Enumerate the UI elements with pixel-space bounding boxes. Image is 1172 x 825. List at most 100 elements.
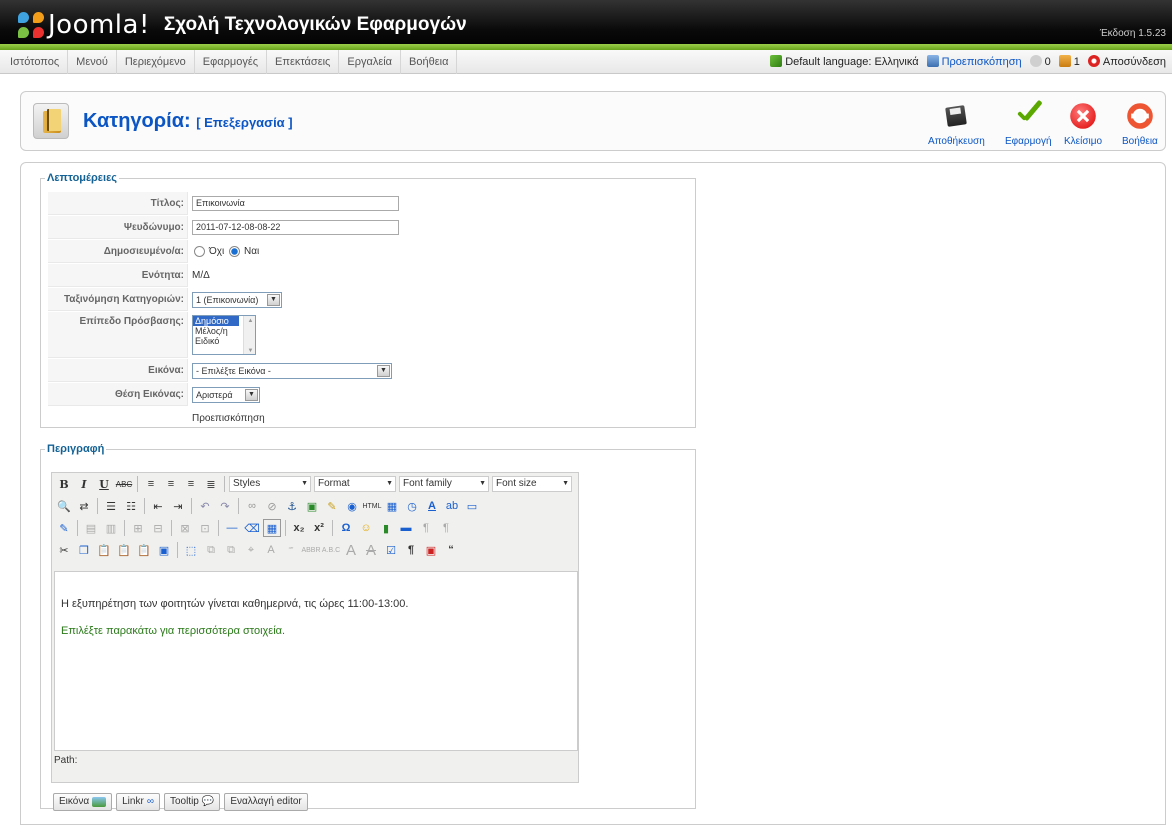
access-listbox[interactable]: Δημόσιο Μέλος/η Ειδικό ▲ ▼ (192, 315, 256, 355)
ltr-icon[interactable]: ¶ (417, 519, 435, 537)
subscript-icon[interactable]: x₂ (290, 519, 308, 537)
special-char-icon[interactable]: Ω (337, 519, 355, 537)
font-size-dropdown[interactable]: Font size ▼ (492, 476, 572, 492)
page-break-icon[interactable]: ▬ (397, 519, 415, 537)
help-icon[interactable]: ◉ (343, 497, 361, 515)
cleanup-icon[interactable]: ✎ (323, 497, 341, 515)
insert-image-button[interactable]: Εικόνα (53, 793, 113, 811)
preview-link[interactable]: Προεπισκόπηση (926, 55, 1022, 68)
merge-cell-icon[interactable]: ⊡ (196, 519, 214, 537)
style-props-icon[interactable]: A (262, 541, 280, 559)
align-center-icon[interactable]: ≡ (162, 475, 180, 493)
row-props-icon[interactable]: ▥ (102, 519, 120, 537)
strikethrough-icon[interactable]: ABC (115, 475, 133, 493)
replace-icon[interactable]: ⇄ (75, 497, 93, 515)
insert-row-icon[interactable]: ⊞ (129, 519, 147, 537)
paste-icon[interactable]: 📋 (95, 541, 113, 559)
paste-text-icon[interactable]: 📋 (115, 541, 133, 559)
styles-dropdown[interactable]: Styles ▼ (229, 476, 311, 492)
fullscreen-icon[interactable]: ▭ (463, 497, 481, 515)
insert-layer-icon[interactable]: ⬚ (182, 541, 200, 559)
title-input[interactable]: Επικοινωνία (192, 196, 399, 211)
save-button[interactable]: Αποθήκευση (928, 100, 985, 147)
move-backward-icon[interactable]: ⧉ (222, 541, 240, 559)
time-icon[interactable]: ◷ (403, 497, 421, 515)
underline-icon[interactable]: U (95, 475, 113, 493)
html-icon[interactable]: HTML (362, 497, 381, 515)
editor-content-area[interactable]: Η εξυπηρέτηση των φοιτητών γίνεται καθημ… (54, 571, 578, 751)
unlink-icon[interactable]: ⊘ (263, 497, 281, 515)
menu-item-site[interactable]: Ιστότοπος (2, 49, 69, 74)
move-forward-icon[interactable]: ⧉ (202, 541, 220, 559)
order-select[interactable]: 1 (Επικοινωνία) ▼ (192, 291, 282, 308)
logout-link[interactable]: Αποσύνδεση (1087, 55, 1166, 68)
listbox-scrollbar[interactable]: ▲ ▼ (243, 316, 255, 354)
highlight-color-icon[interactable]: ab (443, 497, 461, 515)
users-status[interactable]: 1 (1058, 55, 1080, 68)
apply-button[interactable]: Εφαρμογή (1005, 100, 1052, 147)
image-select[interactable]: - Επιλέξτε Εικόνα - ▼ (192, 362, 392, 379)
rtl-icon[interactable]: ¶ (437, 519, 455, 537)
image-position-select[interactable]: Αριστερά ▼ (192, 386, 260, 403)
published-yes-radio[interactable] (229, 245, 240, 257)
numbered-list-icon[interactable]: ☷ (122, 497, 140, 515)
bullet-list-icon[interactable]: ☰ (102, 497, 120, 515)
outdent-icon[interactable]: ⇤ (149, 497, 167, 515)
blockquote-icon[interactable]: “ (442, 541, 460, 559)
find-icon[interactable]: 🔍 (55, 497, 73, 515)
toggle-editor-button[interactable]: Εναλλαγή editor (224, 793, 308, 811)
superscript-icon[interactable]: x² (310, 519, 328, 537)
visual-aid-icon[interactable]: ▦ (263, 519, 281, 537)
delete-row-icon[interactable]: ⊟ (149, 519, 167, 537)
format-dropdown[interactable]: Format ▼ (314, 476, 396, 492)
absolute-icon[interactable]: ⌖ (242, 541, 260, 559)
copy-icon[interactable]: ❐ (75, 541, 93, 559)
align-justify-icon[interactable]: ≣ (202, 475, 220, 493)
messages-status[interactable]: 0 (1029, 55, 1051, 68)
split-cell-icon[interactable]: ⊠ (176, 519, 194, 537)
menu-item-components[interactable]: Εφαρμογές (195, 49, 268, 74)
cut-icon[interactable]: ✂ (55, 541, 73, 559)
tooltip-button[interactable]: Tooltip 💬 (163, 793, 221, 811)
table-icon[interactable]: ▤ (82, 519, 100, 537)
text-color-icon[interactable]: A (423, 497, 441, 515)
menu-item-help[interactable]: Βοήθεια (401, 49, 458, 74)
menu-item-extensions[interactable]: Επεκτάσεις (267, 49, 340, 74)
font-family-dropdown[interactable]: Font family ▼ (399, 476, 489, 492)
alias-input[interactable]: 2011-07-12-08-08-22 (192, 220, 399, 235)
date-icon[interactable]: ▦ (383, 497, 401, 515)
align-left-icon[interactable]: ≡ (142, 475, 160, 493)
align-right-icon[interactable]: ≡ (182, 475, 200, 493)
remove-format-icon[interactable]: ⌫ (243, 519, 261, 537)
redo-icon[interactable]: ↷ (216, 497, 234, 515)
bold-icon[interactable]: B (55, 475, 73, 493)
hr-icon[interactable]: — (223, 519, 241, 537)
visual-chars-icon[interactable]: ¶ (402, 541, 420, 559)
published-no-radio[interactable] (194, 245, 205, 257)
acronym-icon[interactable]: A.B.C (322, 541, 340, 559)
insert-layer-icon[interactable]: ✎ (55, 519, 73, 537)
emoticon-icon[interactable]: ☺ (357, 519, 375, 537)
link-icon[interactable]: ∞ (243, 497, 261, 515)
access-option[interactable]: Δημόσιο (193, 316, 239, 326)
del-icon[interactable]: A (342, 541, 360, 559)
cite-icon[interactable]: “” (282, 541, 300, 559)
indent-icon[interactable]: ⇥ (169, 497, 187, 515)
anchor-icon[interactable]: ⚓ (283, 497, 301, 515)
abbr-icon[interactable]: ABBR (301, 541, 320, 559)
italic-icon[interactable]: I (75, 475, 93, 493)
menu-item-tools[interactable]: Εργαλεία (339, 49, 402, 74)
select-all-icon[interactable]: ▣ (155, 541, 173, 559)
attributes-icon[interactable]: ☑ (382, 541, 400, 559)
ins-icon[interactable]: A (362, 541, 380, 559)
undo-icon[interactable]: ↶ (196, 497, 214, 515)
paste-word-icon[interactable]: 📋 (135, 541, 153, 559)
menu-item-menus[interactable]: Μενού (68, 49, 117, 74)
help-button[interactable]: Βοήθεια (1122, 100, 1158, 147)
menu-item-content[interactable]: Περιεχόμενο (117, 49, 195, 74)
template-icon[interactable]: ▣ (422, 541, 440, 559)
image-icon[interactable]: ▣ (303, 497, 321, 515)
media-icon[interactable]: ▮ (377, 519, 395, 537)
linkr-button[interactable]: Linkr ∞ (116, 793, 160, 811)
close-button[interactable]: Κλείσιμο (1064, 100, 1102, 147)
